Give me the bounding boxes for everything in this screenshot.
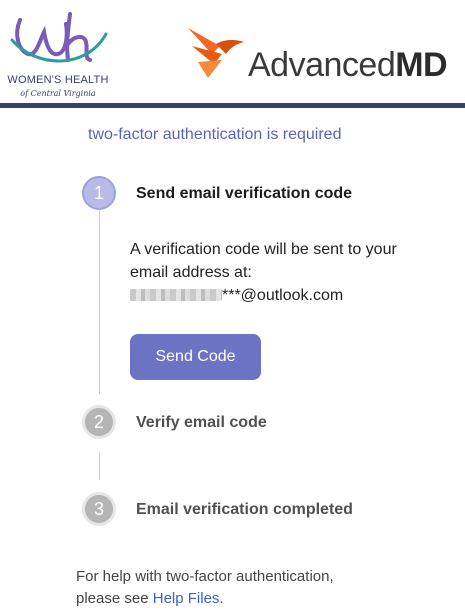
step-connector-1 [99, 210, 100, 394]
advancedmd-wordmark: AdvancedMD [248, 46, 448, 85]
header-divider [0, 103, 465, 108]
step-1-indicator: 1 [82, 176, 116, 210]
page-subtitle: two-factor authentication is required [88, 126, 342, 143]
step-2-indicator: 2 [82, 405, 116, 439]
step-connector-2 [99, 452, 100, 480]
step-3-title: Email verification completed [136, 501, 353, 518]
wordmark-bold: MD [395, 46, 448, 84]
app-header: WOMEN'S HEALTH of Central Virginia Advan… [0, 0, 465, 104]
wh-logo-name: WOMEN'S HEALTH [7, 74, 109, 86]
email-suffix: ***@outlook.com [222, 287, 344, 304]
hummingbird-icon [188, 28, 244, 78]
help-suffix: . [219, 590, 224, 607]
description-line-1: A verification code will be sent to your [130, 241, 397, 258]
help-text: For help with two-factor authentication,… [76, 566, 456, 610]
wh-logo-tagline: of Central Virginia [20, 89, 96, 98]
step-1-title: Send email verification code [136, 185, 353, 202]
help-files-link[interactable]: Help Files [153, 590, 220, 607]
help-line-1: For help with two-factor authentication, [76, 568, 334, 585]
step-3-indicator: 3 [82, 492, 116, 526]
advancedmd-logo: AdvancedMD [186, 24, 461, 84]
womens-health-logo: WOMEN'S HEALTH of Central Virginia [6, 10, 110, 102]
send-code-button[interactable]: Send Code [130, 334, 261, 380]
description-line-2: email address at: [130, 264, 252, 281]
masked-email: ***@outlook.com [130, 284, 450, 307]
help-line-2: please see Help Files. [76, 588, 456, 610]
step-1-description: A verification code will be sent to your… [130, 238, 450, 307]
step-2-title: Verify email code [136, 414, 267, 431]
wordmark-regular: Advanced [248, 46, 396, 84]
wh-monogram-icon [10, 12, 108, 63]
help-prefix: please see [76, 590, 153, 607]
redacted-email-prefix [130, 289, 222, 301]
